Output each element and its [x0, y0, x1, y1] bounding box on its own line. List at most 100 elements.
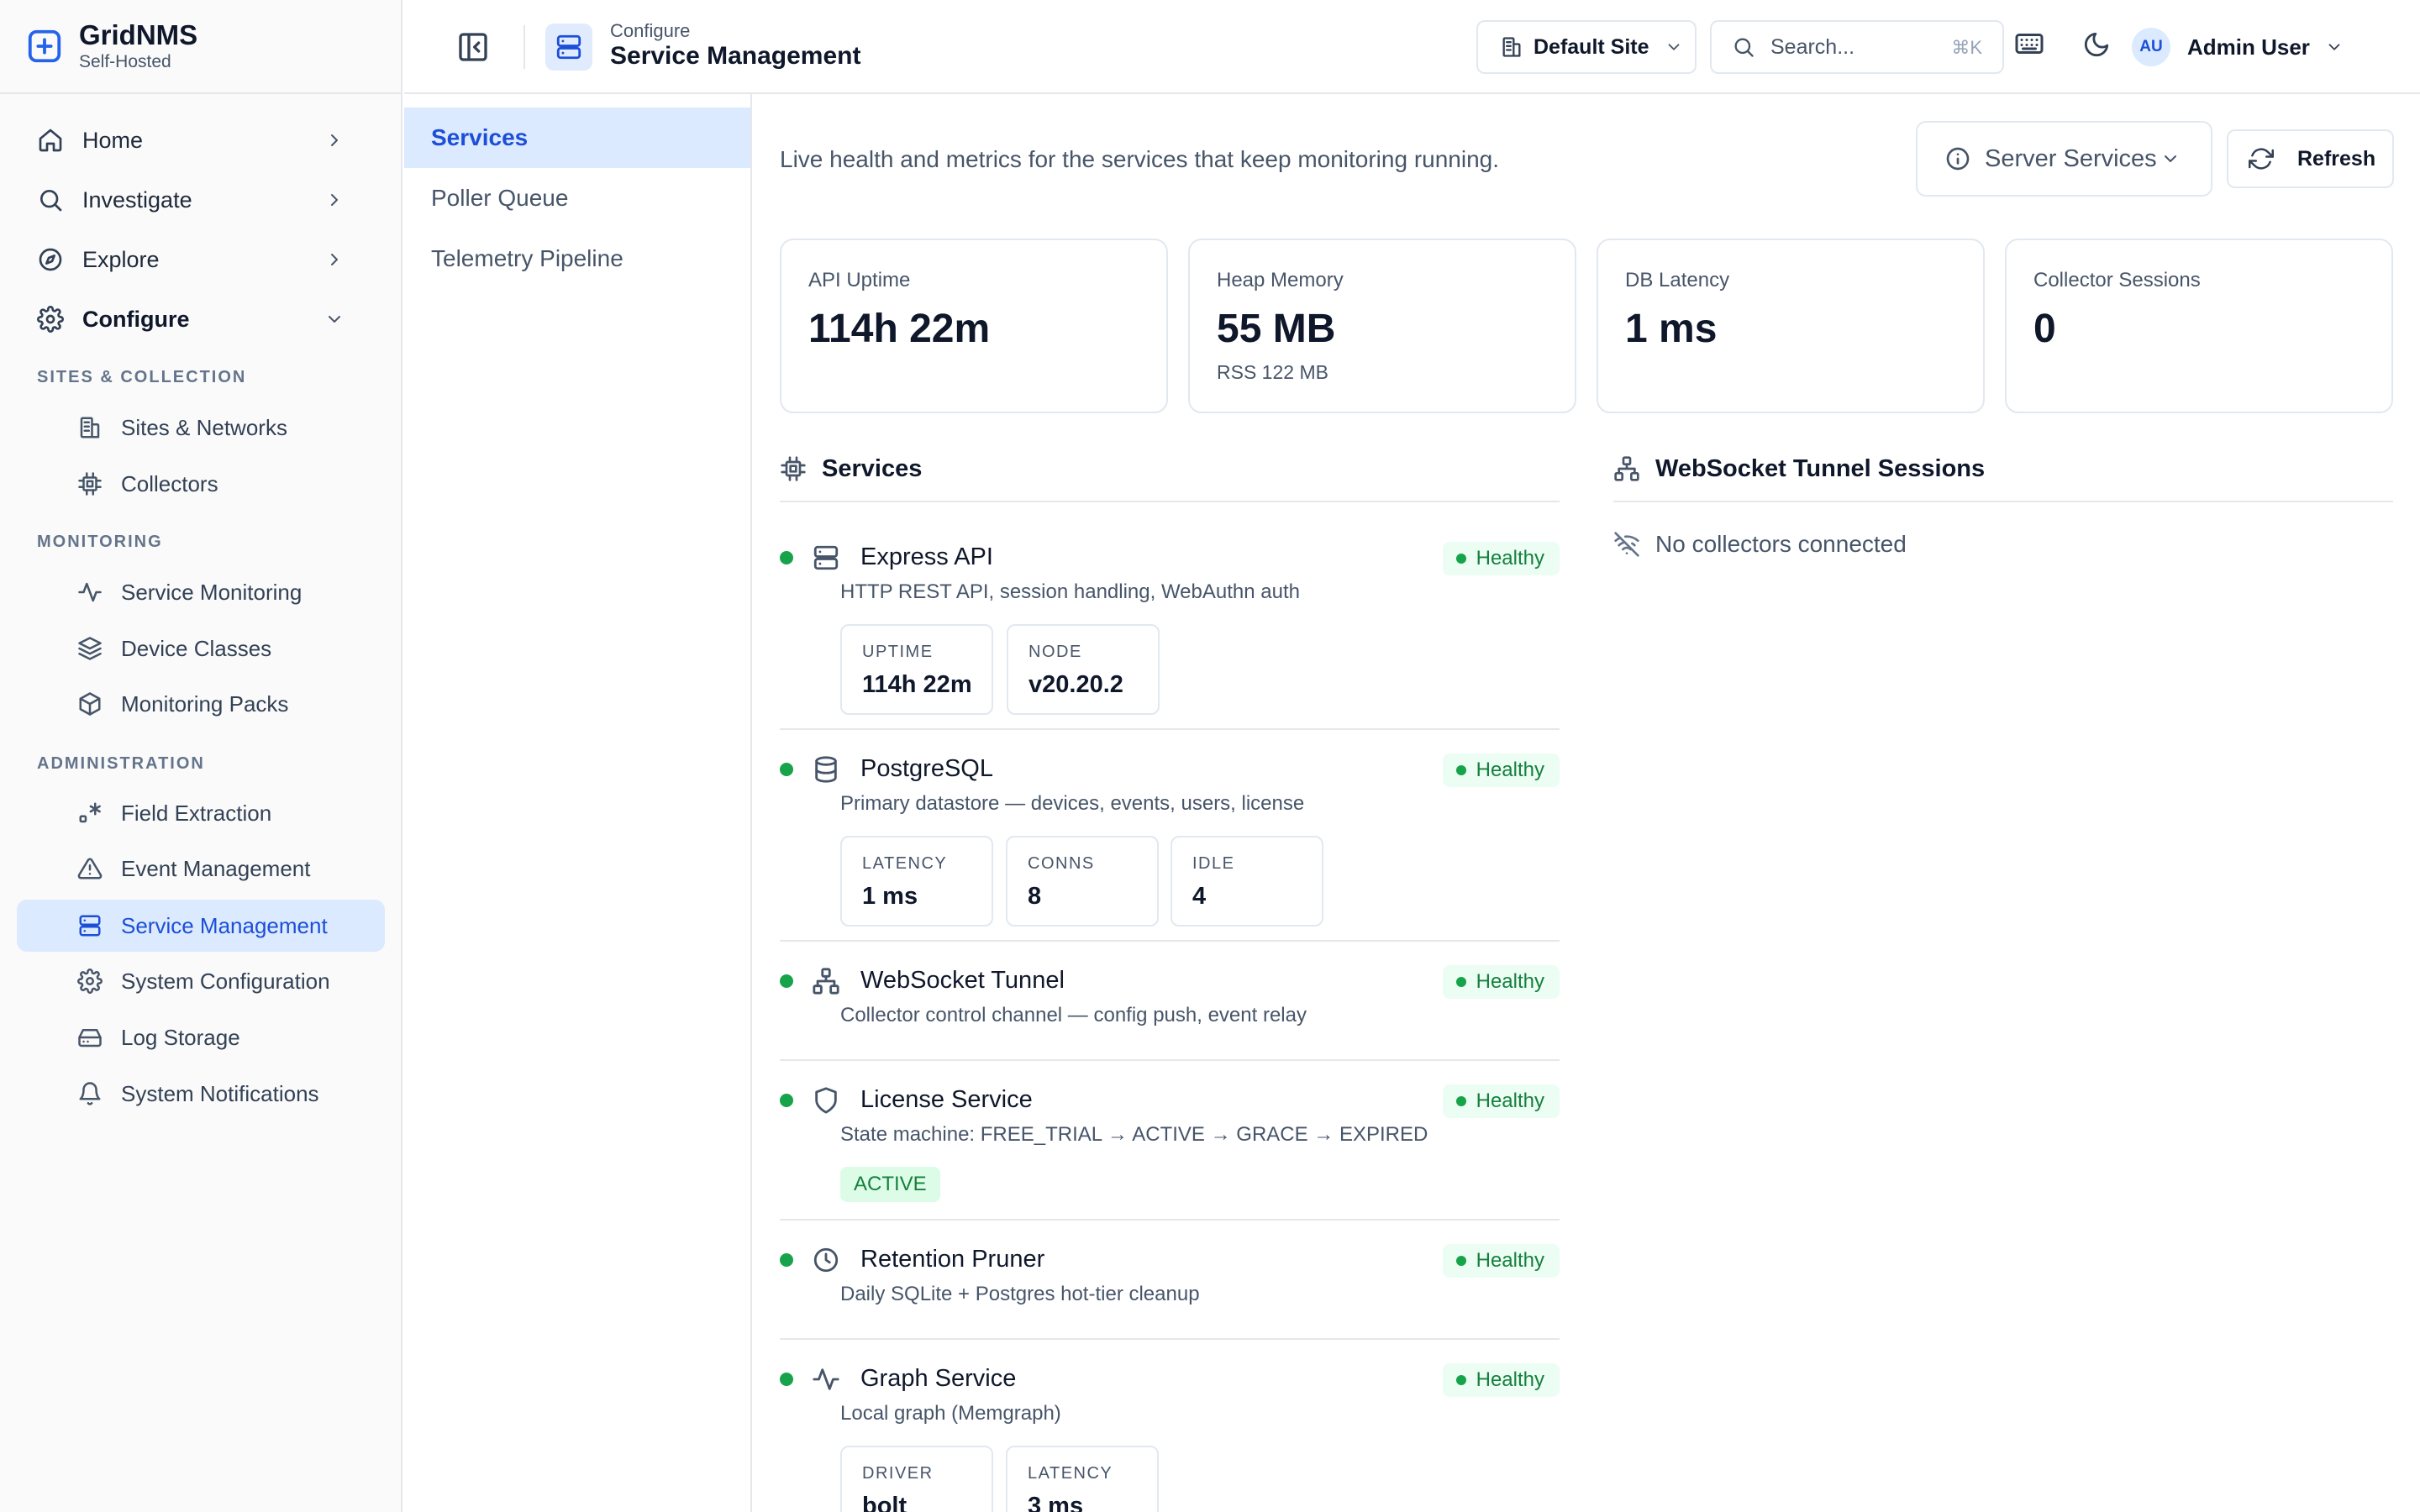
metric-label: API Uptime [808, 269, 911, 291]
keyboard-icon[interactable] [2014, 29, 2044, 59]
chevron-down-icon [2164, 155, 2176, 162]
sidebar-item-investigate[interactable]: Investigate [17, 172, 385, 228]
stat-box: UPTIME 114h 22m [840, 624, 993, 715]
building-icon [1502, 37, 1521, 57]
avatar: AU [2132, 28, 2170, 66]
sidebar-item-system-notifications[interactable]: System Notifications [17, 1068, 385, 1120]
sidebar-item-explore[interactable]: Explore [17, 232, 385, 287]
stat-value: 1 ms [862, 883, 918, 910]
service-row-retention-pruner[interactable]: Retention Pruner Daily SQLite + Postgres… [780, 1221, 1560, 1340]
breadcrumb[interactable]: Configure [610, 20, 690, 42]
sidebar-item-home[interactable]: Home [17, 113, 385, 168]
stat-label: CONNS [1028, 854, 1095, 873]
bell-icon [79, 1082, 101, 1105]
service-description: Primary datastore — devices, events, use… [840, 792, 1305, 815]
ws-empty-text: No collectors connected [1655, 531, 1907, 557]
section-label-monitoring: MONITORING [37, 533, 163, 551]
sidebar-item-label: Home [82, 127, 144, 153]
compass-icon [39, 248, 62, 271]
status-dot [780, 1253, 793, 1267]
chevron-down-icon [2328, 44, 2340, 50]
stat-box: LATENCY 3 ms [1006, 1446, 1159, 1512]
service-name: PostgreSQL [860, 755, 993, 782]
sidebar-item-field-extraction[interactable]: Field Extraction [17, 787, 385, 839]
network-icon [1614, 456, 1639, 481]
sidebar-item-service-management[interactable]: Service Management [17, 900, 385, 952]
building-icon [80, 417, 100, 438]
tab-telemetry-pipeline[interactable]: Telemetry Pipeline [404, 228, 750, 289]
status-dot [780, 1094, 793, 1107]
sidebar-item-collectors[interactable]: Collectors [17, 458, 385, 510]
stat-box: NODE v20.20.2 [1007, 624, 1160, 715]
service-description: State machine: FREE_TRIAL → ACTIVE → GRA… [840, 1123, 1428, 1146]
status-badge-label: Healthy [1476, 759, 1544, 781]
warning-triangle-icon [77, 858, 103, 879]
service-name: Graph Service [860, 1365, 1017, 1392]
chevron-down-icon [329, 316, 340, 323]
service-name: WebSocket Tunnel [860, 967, 1065, 994]
services-panel-title: Services [822, 455, 923, 482]
ws-sessions-panel-title: WebSocket Tunnel Sessions [1655, 455, 1986, 482]
site-select-value: Default Site [1534, 34, 1649, 59]
sidebar-item-configure[interactable]: Configure [17, 291, 385, 347]
service-name: Express API [860, 543, 993, 570]
brand[interactable]: GridNMS Self-Hosted [0, 0, 401, 94]
service-row-express-api[interactable]: Express API HTTP REST API, session handl… [780, 518, 1560, 730]
service-row-graph-service[interactable]: Graph Service Local graph (Memgraph) Hea… [780, 1340, 1560, 1512]
stat-label: NODE [1028, 643, 1082, 661]
search-box[interactable]: ⌘K [1710, 20, 2004, 74]
chevron-right-icon [331, 134, 338, 146]
stat-value: 114h 22m [862, 671, 972, 698]
sidebar: GridNMS Self-Hosted Home Investigate Exp… [0, 0, 402, 1512]
metric-value: 1 ms [1625, 307, 1718, 351]
tab-services[interactable]: Services [404, 108, 750, 168]
sidebar-item-log-storage[interactable]: Log Storage [17, 1011, 385, 1063]
activity-icon [78, 582, 102, 602]
info-icon [1946, 147, 1970, 171]
plus-square-icon [28, 29, 61, 63]
refresh-button[interactable]: Refresh [2227, 129, 2394, 188]
service-description: HTTP REST API, session handling, WebAuth… [840, 580, 1300, 603]
stat-box: IDLE 4 [1171, 836, 1323, 927]
metric-label: Collector Sessions [2033, 269, 2201, 291]
service-row-postgresql[interactable]: PostgreSQL Primary datastore — devices, … [780, 730, 1560, 942]
brand-name: GridNMS [79, 19, 198, 50]
sidebar-item-device-classes[interactable]: Device Classes [17, 622, 385, 675]
metric-card-heap-memory: Heap Memory 55 MB RSS 122 MB [1188, 239, 1576, 413]
layers-icon [78, 637, 102, 660]
tab-poller-queue[interactable]: Poller Queue [404, 168, 750, 228]
stat-box: DRIVER bolt [840, 1446, 993, 1512]
status-badge: Healthy [1442, 1244, 1560, 1278]
page-description: Live health and metrics for the services… [780, 146, 1500, 172]
sidebar-item-system-configuration[interactable]: System Configuration [17, 955, 385, 1007]
sidebar-item-monitoring-packs[interactable]: Monitoring Packs [17, 678, 385, 730]
sidebar-item-label: Field Extraction [121, 800, 272, 826]
site-select[interactable]: Default Site [1476, 20, 1697, 74]
service-description: Local graph (Memgraph) [840, 1402, 1061, 1425]
sidebar-item-label: Device Classes [121, 635, 272, 661]
stat-box: LATENCY 1 ms [840, 836, 993, 927]
sidebar-item-label: Investigate [82, 186, 192, 213]
sidebar-item-event-management[interactable]: Event Management [17, 843, 385, 895]
main-content: Live health and metrics for the services… [754, 94, 2420, 1512]
status-dot [780, 1373, 793, 1386]
wifi-off-icon [1614, 532, 1639, 557]
service-description: Daily SQLite + Postgres hot-tier cleanup [840, 1283, 1200, 1305]
search-input[interactable] [1770, 34, 1955, 60]
service-row-websocket-tunnel[interactable]: WebSocket Tunnel Collector control chann… [780, 942, 1560, 1061]
chip-icon [78, 472, 102, 496]
stat-value: 4 [1192, 883, 1207, 910]
view-select[interactable]: Server Services [1916, 121, 2212, 197]
sidebar-item-label: System Notifications [121, 1080, 319, 1106]
sidebar-collapse-icon[interactable] [456, 30, 490, 64]
user-menu[interactable]: AU Admin User [2132, 24, 2344, 71]
sidebar-item-sites-networks[interactable]: Sites & Networks [17, 402, 385, 454]
status-dot [780, 551, 793, 564]
service-name: License Service [860, 1086, 1033, 1113]
stat-value: bolt [862, 1493, 908, 1512]
search-icon [40, 190, 62, 212]
sidebar-item-service-monitoring[interactable]: Service Monitoring [17, 566, 385, 618]
service-row-license-service[interactable]: License Service State machine: FREE_TRIA… [780, 1061, 1560, 1221]
stat-label: DRIVER [862, 1464, 934, 1483]
moon-icon[interactable] [2082, 30, 2111, 59]
